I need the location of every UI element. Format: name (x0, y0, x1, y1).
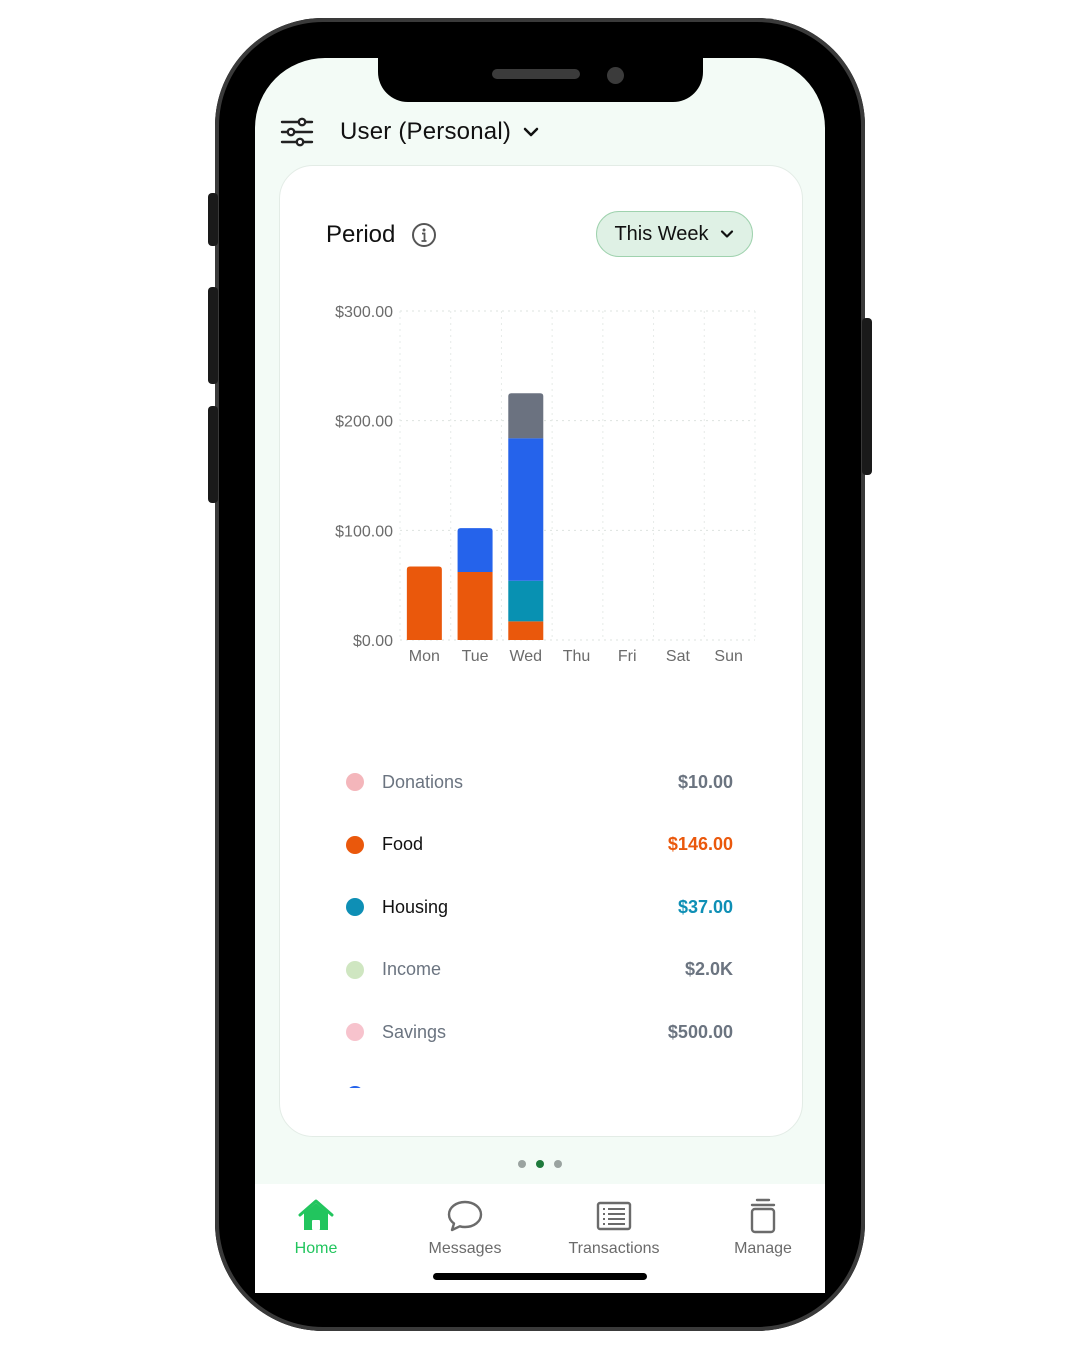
legend-category-amount: $500.00 (667, 1021, 733, 1042)
notch (378, 56, 703, 102)
tab-transactions[interactable]: Transactions (544, 1196, 684, 1258)
period-dropdown[interactable]: This Week (596, 211, 753, 257)
legend-category-amount: $37.00 (677, 896, 733, 917)
legend-category-name: Savings (382, 1021, 447, 1042)
legend-category-name: Housing (382, 896, 449, 917)
y-axis-ticks: $300.00 $200.00 $100.00 $0.00 (335, 304, 393, 650)
front-camera (607, 67, 624, 84)
legend-row[interactable]: Income $2.0K (279, 950, 801, 990)
period-label: Period (326, 221, 396, 248)
legend-color-dot (346, 835, 364, 854)
legend-category-name: Donations (382, 771, 464, 792)
bar-segment-wed[interactable] (508, 438, 544, 581)
legend-color-dot (346, 1086, 364, 1088)
x-tick-label: Sun (714, 648, 742, 665)
home-indicator (433, 1273, 647, 1280)
category-legend: Donations $10.00 Food $146.00 Housing $37.00 I… (279, 750, 801, 1088)
chevron-down-icon[interactable] (521, 122, 541, 142)
account-header: User (Personal) (280, 110, 541, 154)
period-dropdown-label: This Week (614, 222, 709, 245)
volume-down-button (208, 406, 218, 503)
bar-segment-tue[interactable] (457, 572, 493, 640)
legend-category-amount: $10.00 (677, 771, 733, 792)
x-tick-label: Wed (509, 648, 542, 665)
x-tick-label: Fri (618, 648, 637, 665)
list-icon (596, 1201, 632, 1231)
x-tick-label: Tue (462, 648, 489, 665)
legend-color-dot (346, 898, 364, 917)
page-dot[interactable] (554, 1160, 562, 1168)
chat-bubble-icon (447, 1200, 483, 1232)
bar-segment-wed[interactable] (508, 621, 544, 640)
tab-messages[interactable]: Messages (395, 1196, 535, 1258)
page-dot-active[interactable] (536, 1160, 544, 1168)
tab-home-label: Home (294, 1240, 338, 1257)
page-dot[interactable] (518, 1160, 526, 1168)
bar-segment-wed[interactable] (508, 580, 544, 622)
bar-segment-tue[interactable] (457, 528, 493, 573)
legend-category-name: Food (382, 834, 424, 855)
tab-messages-label: Messages (428, 1240, 502, 1257)
speaker (492, 69, 580, 79)
home-icon (298, 1199, 334, 1230)
legend-category-amount: $2.0K (684, 959, 733, 980)
y-tick-label: $0.00 (353, 633, 393, 650)
tab-manage[interactable]: Manage (693, 1196, 833, 1258)
legend-row[interactable]: Donations $10.00 (279, 762, 801, 802)
chevron-down-icon (720, 230, 733, 238)
tab-home[interactable]: Home (246, 1196, 386, 1258)
legend-row[interactable]: Food $146.00 (279, 825, 801, 865)
legend-color-dot (346, 773, 364, 791)
bar-segment-mon[interactable] (406, 566, 442, 640)
account-selector-title[interactable]: User (Personal) (340, 118, 511, 146)
y-tick-label: $200.00 (335, 414, 393, 431)
legend-category-name: Income (382, 959, 442, 980)
page-indicator (518, 1160, 562, 1168)
legend-color-dot (346, 1023, 364, 1042)
legend-color-dot (346, 960, 364, 979)
legend-row[interactable]: Savings $500.00 (279, 1012, 801, 1052)
tab-transactions-label: Transactions (568, 1240, 660, 1257)
trash-can-icon (750, 1198, 776, 1234)
x-tick-label: Sat (666, 648, 691, 665)
y-tick-label: $300.00 (335, 304, 393, 321)
legend-row[interactable] (279, 1075, 801, 1088)
x-tick-label: Thu (563, 648, 591, 665)
legend-category-amount: $146.00 (667, 834, 733, 855)
legend-row[interactable]: Housing $37.00 (279, 887, 801, 927)
filter-sliders-icon[interactable] (280, 117, 314, 147)
tab-manage-label: Manage (734, 1240, 792, 1257)
bar-segment-wed[interactable] (508, 393, 544, 439)
chart-gridlines (399, 310, 756, 641)
silent-switch (208, 193, 218, 246)
weekly-spending-chart: $300.00 $200.00 $100.00 $0.00 Mon Tue Wed Thu F… (335, 304, 756, 665)
chart-bars (406, 393, 544, 640)
power-button (862, 318, 872, 475)
info-icon[interactable] (411, 222, 437, 248)
x-axis-ticks: Mon Tue Wed Thu Fri Sat Sun (409, 648, 743, 665)
volume-up-button (208, 287, 218, 384)
x-tick-label: Mon (409, 648, 440, 665)
y-tick-label: $100.00 (335, 523, 393, 540)
